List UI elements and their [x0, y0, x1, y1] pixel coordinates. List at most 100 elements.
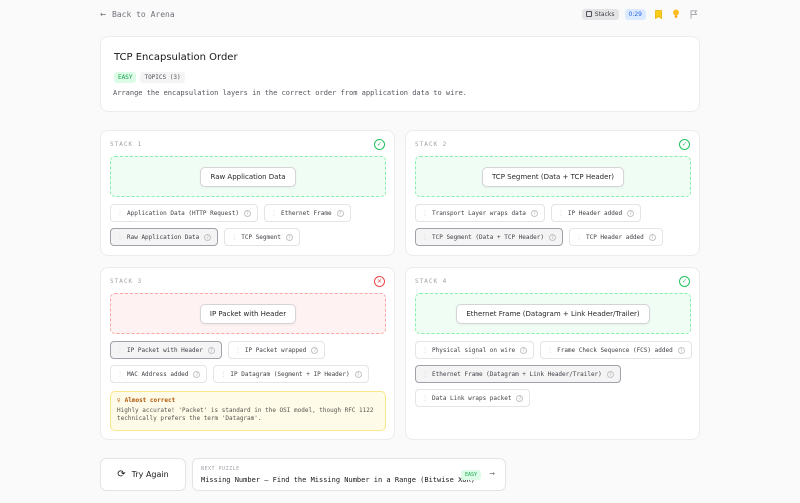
option-chip-selected[interactable]: ⋮ IP Packet with Header?	[110, 341, 222, 359]
arrow-right-icon: →	[489, 469, 495, 479]
option-chip[interactable]: ⋮ Transport Layer wraps data?	[415, 204, 545, 222]
help-icon[interactable]: ?	[548, 233, 556, 241]
option-chip[interactable]: ⋮ IP Packet wrapped?	[227, 341, 326, 359]
chip-label: IP Header added	[567, 209, 623, 217]
placed-chip[interactable]: Raw Application Data	[200, 166, 296, 187]
stack-card-2: STACK 2 ✓ TCP Segment (Data + TCP Header…	[405, 130, 700, 256]
timer: 0:29	[624, 8, 646, 20]
chip-label: IP Packet wrapped	[244, 346, 307, 354]
next-puzzle-card[interactable]: NEXT PUZZLE Missing Number — Find the Mi…	[192, 458, 506, 491]
drop-zone[interactable]: TCP Segment (Data + TCP Header)	[415, 156, 691, 197]
bookmark-icon[interactable]	[652, 8, 664, 20]
stack-card-3: STACK 3 ✕ IP Packet with Header ⋮ IP Pack…	[100, 267, 395, 440]
grip-icon: ⋮	[547, 346, 553, 354]
option-chip[interactable]: ⋮ Application Data (HTTP Request)?	[110, 204, 258, 222]
x-circle-icon: ✕	[374, 276, 385, 287]
placed-chip[interactable]: Ethernet Frame (Datagram + Link Header/T…	[456, 303, 650, 324]
stacks-label: Stacks	[594, 10, 615, 18]
puzzle-description: Arrange the encapsulation layers in the …	[113, 89, 468, 97]
drop-zone[interactable]: Raw Application Data	[110, 156, 386, 197]
help-icon[interactable]: ?	[311, 346, 319, 354]
option-chip[interactable]: ⋮ MAC Address added?	[110, 365, 208, 383]
toolbar: Stacks 0:29	[581, 8, 700, 20]
help-icon[interactable]: ?	[336, 209, 344, 217]
difficulty-badge: EASY	[114, 72, 137, 83]
placed-chip[interactable]: TCP Segment (Data + TCP Header)	[481, 166, 625, 187]
chip-label: Physical signal on wire	[432, 346, 516, 354]
grip-icon: ⋮	[422, 370, 428, 378]
option-chip[interactable]: ⋮ Ethernet Frame?	[263, 204, 351, 222]
option-chip[interactable]: ⋮ TCP Header added?	[568, 228, 663, 246]
help-icon[interactable]: ?	[648, 233, 656, 241]
option-chip[interactable]: ⋮ Data Link wraps packet?	[415, 389, 531, 407]
help-icon[interactable]: ?	[243, 209, 251, 217]
chip-label: IP Packet with Header	[127, 346, 203, 354]
help-icon[interactable]: ?	[606, 370, 614, 378]
help-icon[interactable]: ?	[193, 370, 201, 378]
feedback-body: Highly accurate! 'Packet' is standard in…	[117, 407, 374, 422]
drop-zone[interactable]: Ethernet Frame (Datagram + Link Header/T…	[415, 293, 691, 334]
stack-label: STACK 2	[415, 141, 448, 148]
refresh-icon: ⟳	[117, 469, 126, 480]
grip-icon: ⋮	[422, 209, 428, 217]
chip-label: MAC Address added	[127, 370, 189, 378]
help-icon[interactable]: ?	[520, 346, 528, 354]
feedback-heading: ♀ Almost correct	[117, 397, 379, 404]
chip-label: Data Link wraps packet	[432, 394, 512, 402]
top-bar: ← Back to Arena Stacks 0:29	[0, 0, 800, 30]
stack-label: STACK 1	[110, 141, 143, 148]
chip-label: Application Data (HTTP Request)	[127, 209, 239, 217]
topics-badge[interactable]: TOPICS (3)	[140, 72, 185, 83]
help-icon[interactable]: ?	[204, 233, 212, 241]
chip-label: Raw Application Data	[127, 233, 200, 241]
chip-pool: ⋮ Transport Layer wraps data? ⋮ IP Header …	[415, 204, 695, 252]
option-chip-selected[interactable]: ⋮ Raw Application Data?	[110, 228, 219, 246]
option-chip-selected[interactable]: ⋮ Ethernet Frame (Datagram + Link Header/…	[415, 365, 621, 383]
check-circle-icon: ✓	[679, 276, 690, 287]
stack-card-4: STACK 4 ✓ Ethernet Frame (Datagram + Lin…	[405, 267, 700, 440]
grip-icon: ⋮	[220, 370, 226, 378]
feedback-title: Almost correct	[124, 397, 176, 404]
grip-icon: ⋮	[117, 209, 123, 217]
placed-chip[interactable]: IP Packet with Header	[199, 303, 297, 324]
grip-icon: ⋮	[422, 233, 428, 241]
back-to-arena-link[interactable]: ← Back to Arena	[100, 9, 175, 19]
stacks-icon	[585, 11, 592, 17]
grip-icon: ⋮	[117, 370, 123, 378]
help-icon[interactable]: ?	[627, 209, 635, 217]
help-icon[interactable]: ?	[354, 370, 362, 378]
option-chip[interactable]: ⋮ Frame Check Sequence (FCS) added?	[540, 341, 692, 359]
report-flag-icon[interactable]	[688, 8, 700, 20]
check-circle-icon: ✓	[374, 139, 385, 150]
stack-card-1: STACK 1 ✓ Raw Application Data ⋮ Applicat…	[100, 130, 395, 256]
try-again-button[interactable]: ⟳ Try Again	[100, 458, 186, 491]
check-circle-icon: ✓	[679, 139, 690, 150]
option-chip[interactable]: ⋮ TCP Segment?	[224, 228, 300, 246]
chip-label: Frame Check Sequence (FCS) added	[557, 346, 673, 354]
grip-icon: ⋮	[117, 233, 123, 241]
feedback-box: ♀ Almost correct Highly accurate! 'Packe…	[110, 391, 386, 431]
grip-icon: ⋮	[117, 346, 123, 354]
grip-icon: ⋮	[234, 346, 241, 354]
drop-zone[interactable]: IP Packet with Header	[110, 293, 386, 334]
back-label: Back to Arena	[112, 10, 175, 19]
stack-label: STACK 3	[110, 278, 143, 285]
option-chip[interactable]: ⋮ IP Datagram (Segment + IP Header)?	[213, 365, 369, 383]
option-chip-selected[interactable]: ⋮ TCP Segment (Data + TCP Header)?	[415, 228, 563, 246]
help-icon[interactable]: ?	[286, 233, 293, 241]
chip-label: Transport Layer wraps data	[432, 209, 526, 217]
option-chip[interactable]: ⋮ Physical signal on wire?	[415, 341, 535, 359]
help-icon[interactable]: ?	[530, 209, 538, 217]
option-chip[interactable]: ⋮ IP Header added?	[550, 204, 642, 222]
chip-label: TCP Header added	[585, 233, 644, 241]
help-icon[interactable]: ?	[207, 346, 215, 354]
puzzle-title: TCP Encapsulation Order	[114, 52, 238, 63]
help-icon[interactable]: ?	[677, 346, 685, 354]
try-again-label: Try Again	[131, 470, 169, 479]
chip-label: TCP Segment (Data + TCP Header)	[432, 233, 544, 241]
grip-icon: ⋮	[557, 209, 564, 217]
stacks-toggle[interactable]: Stacks	[581, 8, 619, 20]
puzzle-badges: EASY TOPICS (3)	[114, 72, 185, 83]
help-icon[interactable]: ?	[516, 394, 524, 402]
hint-bulb-icon[interactable]	[670, 8, 682, 20]
